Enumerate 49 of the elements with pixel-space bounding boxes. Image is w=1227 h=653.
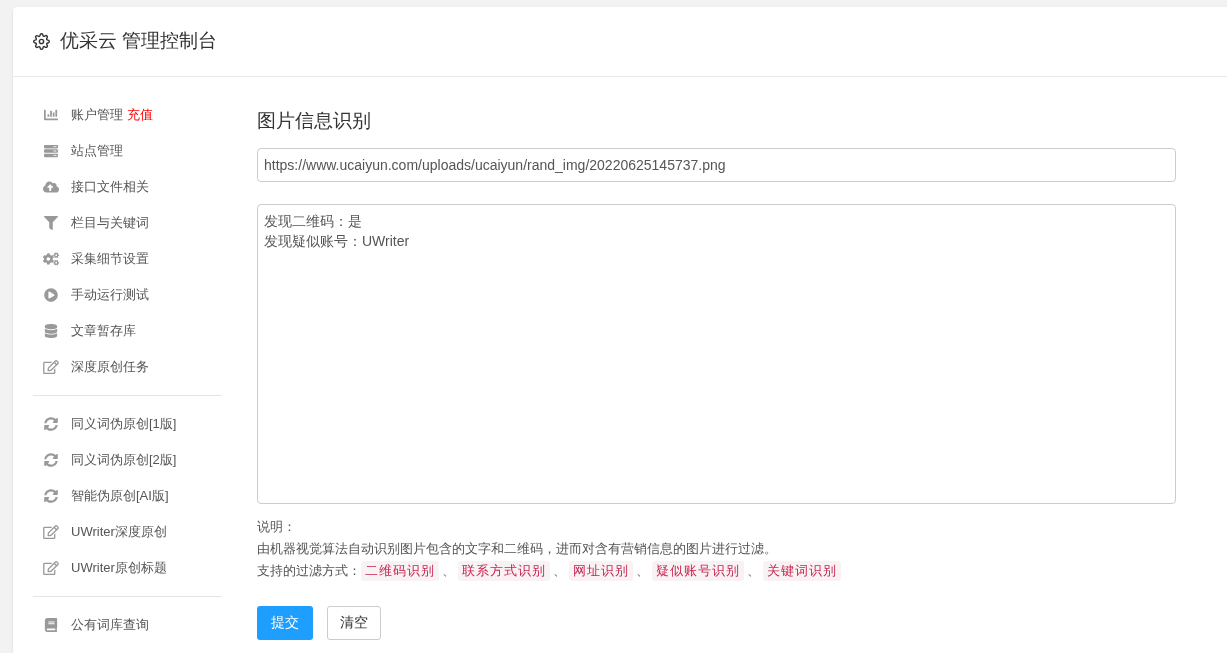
refresh-icon [43,417,59,431]
cloud-upload-icon [43,180,59,194]
edit-icon [43,360,59,374]
note-description: 由机器视觉算法自动识别图片包含的文字和二维码，进而对含有营销信息的图片进行过滤。 [257,539,777,558]
sidebar-item[interactable]: 栏目与关键词 [33,213,149,233]
sidebar-item[interactable]: 文章暂存库 [33,321,136,341]
play-icon [43,288,59,302]
sidebar-item[interactable]: 深度原创任务 [33,357,149,377]
sidebar-item[interactable]: UWriter原创标题 [33,558,167,578]
sidebar-item[interactable]: 同义词伪原创[2版] [33,450,177,470]
sidebar-item[interactable]: 智能伪原创[AI版] [33,486,169,506]
sidebar-item[interactable]: 采集细节设置 [33,249,149,269]
edit-icon [43,561,59,575]
filter-method-tag: 疑似账号识别 [652,560,744,581]
separator: 、 [552,561,567,580]
edit-icon [43,525,59,539]
gears-icon [43,252,59,266]
sidebar-item[interactable]: 接口文件相关 [33,177,149,197]
separator: 、 [746,561,761,580]
server-icon [43,144,59,158]
result-box[interactable]: 发现二维码：是 发现疑似账号：UWriter [257,203,1176,504]
refresh-icon [43,489,59,503]
settings-icon [33,33,50,50]
sidebar-item[interactable]: 手动运行测试 [33,285,149,305]
filter-method-tag: 网址识别 [569,560,633,581]
result-line: 发现疑似账号：UWriter [264,231,410,251]
filter-method-tag: 关键词识别 [763,560,841,581]
filter-method-tag: 联系方式识别 [458,560,550,581]
result-line: 发现二维码：是 [264,211,362,231]
book-icon [43,618,59,632]
sidebar-item[interactable]: 公有词库查询 [33,615,149,635]
refresh-icon [43,453,59,467]
filter-icon [43,216,59,230]
bar-chart-icon [43,108,59,122]
url-field[interactable]: https://www.ucaiyun.com/uploads/ucaiyun/rand_img/20220625145737.png [257,147,1176,182]
sidebar-item[interactable]: 账户管理 [33,105,123,125]
page-title: 图片信息识别 [257,109,372,133]
note-heading: 说明： [257,517,296,536]
methods-label: 支持的过滤方式： [257,561,361,580]
console-title: 优采云 管理控制台 [60,29,218,54]
separator: 、 [635,561,650,580]
separator: 、 [441,561,456,580]
database-icon [43,324,59,338]
clear-button[interactable]: 清空 [327,605,381,640]
filter-method-tag: 二维码识别 [361,560,439,581]
sidebar-item[interactable]: UWriter深度原创 [33,522,167,542]
sidebar-item[interactable]: 站点管理 [33,141,123,161]
sidebar-item[interactable]: 同义词伪原创[1版] [33,414,177,434]
recharge-link[interactable]: 充值 [127,105,153,125]
